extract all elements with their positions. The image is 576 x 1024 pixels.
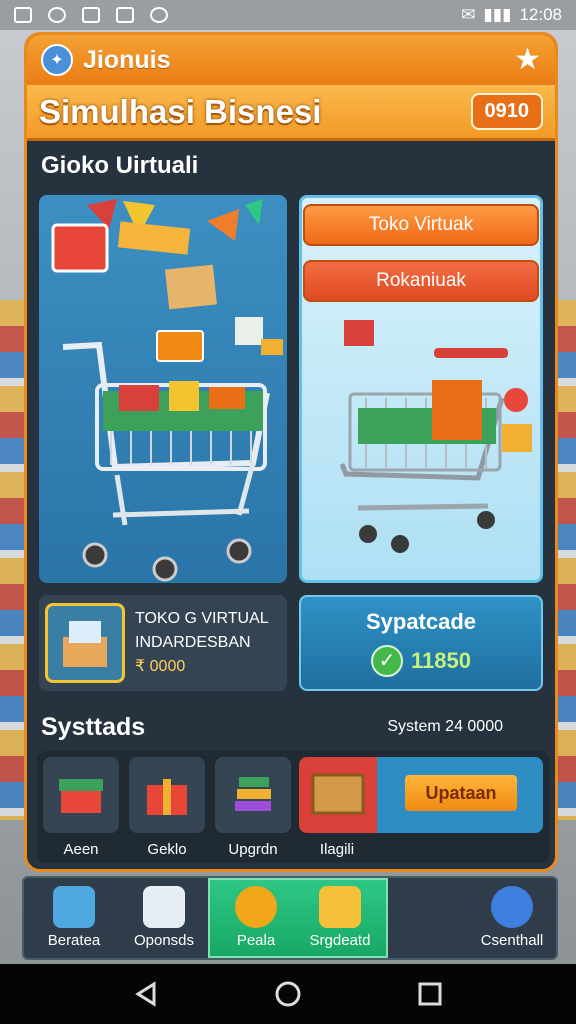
upgrade-cta-button[interactable]: Upataan <box>405 775 517 811</box>
nav-item-oponsds[interactable]: Oponsds <box>120 878 208 958</box>
database-icon <box>53 886 95 928</box>
store-section-title: Gioko Uirtuali <box>41 152 199 179</box>
store-info-card[interactable]: TOKO G VIRTUAL INDARDESBAN ₹ 0000 <box>39 595 287 691</box>
brand-name: Jionuis <box>83 45 171 74</box>
check-icon: ✓ <box>371 645 404 677</box>
system-label: Systtads <box>41 712 146 741</box>
nav-item-srgdeatd[interactable]: Srgdeatd <box>296 878 384 958</box>
box-icon <box>45 603 125 683</box>
tiles-strip: Aeen Geklo Upgrdn Upataan Ilagili <box>37 751 549 863</box>
nav-label: Peala <box>236 932 276 949</box>
store-illustration[interactable] <box>39 195 287 583</box>
status-bar: ✉ ▮▮▮ 12:08 <box>0 0 576 30</box>
coin-icon: ₹ <box>135 658 146 675</box>
nav-label: Srgdeatd <box>309 932 371 949</box>
star-icon[interactable]: ★ <box>514 45 541 75</box>
shield-icon <box>150 7 168 23</box>
brand-bar: ✦ Jionuis ★ <box>27 35 555 85</box>
tile-label: Ilagili <box>319 841 355 858</box>
nav-label: Csenthall <box>480 932 544 949</box>
store-price: 0000 <box>149 658 186 675</box>
system-row: Systtads System 24 0000 <box>27 707 555 747</box>
upgrade-value: 11850 <box>411 648 471 673</box>
upgrade-banner[interactable]: Upataan <box>299 757 543 833</box>
home-icon[interactable] <box>274 980 302 1008</box>
chef-hat-icon <box>491 886 533 928</box>
nav-item-csenthall[interactable]: Csenthall <box>468 878 556 958</box>
upgrade-title: Sypatcade <box>365 609 477 634</box>
hexagon-icon <box>235 886 277 928</box>
game-panel: ✦ Jionuis ★ Simulhasi Bisnesi 0910 Gioko… <box>24 32 558 872</box>
nav-label: Beratea <box>47 932 101 949</box>
system-stat: System 24 0000 <box>387 718 503 735</box>
shopping-cart-icon <box>51 199 283 582</box>
store-name-line2: INDARDESBAN <box>135 634 251 651</box>
nav-label: Oponsds <box>133 932 195 949</box>
title-row: Simulhasi Bisnesi 0910 <box>27 85 555 141</box>
tile-upgrdn[interactable] <box>215 757 291 833</box>
notification-icon <box>14 7 32 23</box>
crate-icon <box>311 773 365 815</box>
clock-icon <box>48 7 66 23</box>
back-icon[interactable] <box>132 980 160 1008</box>
tile-geklo[interactable] <box>129 757 205 833</box>
cart-icon <box>339 320 532 553</box>
status-time: 12:08 <box>519 5 562 24</box>
store-stall-icon <box>59 779 103 813</box>
recents-icon[interactable] <box>416 980 444 1008</box>
bottom-nav: Beratea Oponsds Peala Srgdeatd Csenthall <box>22 876 558 960</box>
wifi-icon: ✉ <box>461 5 476 24</box>
image-icon <box>116 7 134 23</box>
android-nav-bar <box>0 964 576 1024</box>
tile-label: Aeen <box>63 841 99 858</box>
tile-label: Upgrdn <box>228 841 278 858</box>
gift-box-icon <box>147 779 187 815</box>
nav-item-beratea[interactable]: Beratea <box>30 878 118 958</box>
nav-item-peala[interactable]: Peala <box>212 878 300 958</box>
virtual-store-button[interactable]: Toko Virtuak <box>303 204 539 246</box>
layers-icon <box>319 886 361 928</box>
logo-icon: ✦ <box>41 44 73 76</box>
game-title: Simulhasi Bisnesi <box>39 92 322 130</box>
upgrade-card[interactable]: Sypatcade ✓ 11850 <box>299 595 543 691</box>
secondary-action-button[interactable]: Rokaniuak <box>303 260 539 302</box>
tile-label: Geklo <box>147 841 187 858</box>
app-icon <box>82 7 100 23</box>
shield-gear-icon <box>143 886 185 928</box>
store-name-line1: TOKO G VIRTUAL <box>135 610 269 627</box>
stack-icon <box>235 777 271 811</box>
tile-aeen[interactable] <box>43 757 119 833</box>
store-actions-card: Toko Virtuak Rokaniuak <box>299 195 543 583</box>
code-badge[interactable]: 0910 <box>470 93 543 130</box>
signal-icon: ▮▮▮ <box>483 5 512 24</box>
